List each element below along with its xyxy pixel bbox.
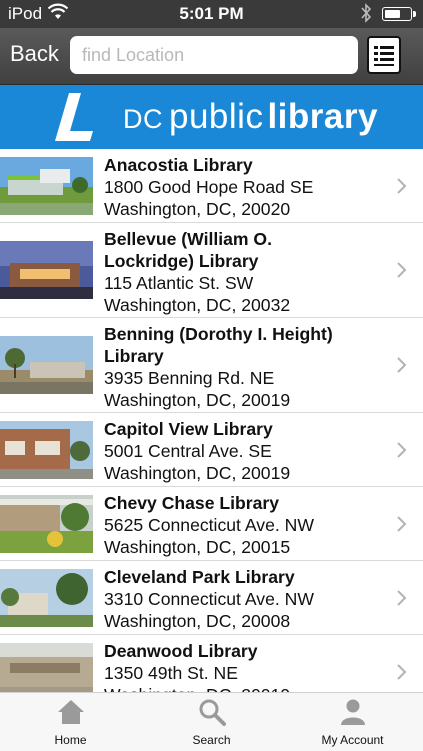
library-info: Capitol View Library 5001 Central Ave. S… <box>104 418 384 484</box>
library-city: Washington, DC, 20015 <box>104 537 291 557</box>
library-address: 5001 Central Ave. SE <box>104 441 272 461</box>
library-name-line: Chevy Chase Library <box>104 493 280 513</box>
home-icon <box>57 700 84 724</box>
library-city: Washington, DC, 20020 <box>104 199 291 219</box>
library-name-line: Cleveland Park Library <box>104 567 295 587</box>
search-icon <box>199 699 226 726</box>
account-icon <box>340 699 365 725</box>
chevron-right-icon <box>397 262 407 278</box>
library-row-capitol-view[interactable]: Capitol View Library 5001 Central Ave. S… <box>0 413 423 487</box>
library-name-line: Anacostia Library <box>104 155 253 175</box>
benning-library-photo <box>0 336 93 394</box>
library-address: 115 Atlantic St. SW <box>104 273 254 293</box>
library-row-anacostia[interactable]: Anacostia Library 1800 Good Hope Road SE… <box>0 149 423 223</box>
library-row-bellevue[interactable]: Bellevue (William O. Lockridge) Library … <box>0 223 423 318</box>
chevron-right-icon <box>397 178 407 194</box>
chevron-right-icon <box>397 664 407 680</box>
library-city: Washington, DC, 20008 <box>104 611 291 631</box>
library-address: 3310 Connecticut Ave. NW <box>104 589 314 609</box>
chevron-right-icon <box>397 590 407 606</box>
library-logo-icon <box>55 93 93 141</box>
chevron-right-icon <box>397 516 407 532</box>
library-address: 5625 Connecticut Ave. NW <box>104 515 314 535</box>
library-row-cleveland-park[interactable]: Cleveland Park Library 3310 Connecticut … <box>0 561 423 635</box>
library-name-line: Lockridge) Library <box>104 251 259 271</box>
library-row-chevy-chase[interactable]: Chevy Chase Library 5625 Connecticut Ave… <box>0 487 423 561</box>
tab-search[interactable]: Search <box>141 693 282 751</box>
location-search-input[interactable] <box>70 36 358 74</box>
list-view-button[interactable] <box>367 36 401 74</box>
library-address: 1800 Good Hope Road SE <box>104 177 314 197</box>
library-city: Washington, DC, 20019 <box>104 390 291 410</box>
dc-public-library-banner: DC public library <box>0 85 423 149</box>
chevy-chase-library-photo <box>0 495 93 553</box>
library-row-benning[interactable]: Benning (Dorothy I. Height) Library 3935… <box>0 318 423 413</box>
library-info: Anacostia Library 1800 Good Hope Road SE… <box>104 154 384 220</box>
back-button[interactable]: Back <box>10 41 59 67</box>
library-name-line: Capitol View Library <box>104 419 273 439</box>
library-name-line: Library <box>104 346 164 366</box>
tab-label: Home <box>54 733 87 747</box>
library-city: Washington, DC, 20019 <box>104 463 291 483</box>
library-city: Washington, DC, 20032 <box>104 295 291 315</box>
bellevue-library-photo <box>0 241 93 299</box>
tab-home[interactable]: Home <box>0 693 141 751</box>
tab-label: My Account <box>321 733 384 747</box>
library-info: Cleveland Park Library 3310 Connecticut … <box>104 566 384 632</box>
cleveland-park-library-photo <box>0 569 93 627</box>
bluetooth-icon <box>361 3 372 23</box>
navigation-bar: Back <box>0 28 423 85</box>
library-name-line: Deanwood Library <box>104 641 258 661</box>
library-info: Chevy Chase Library 5625 Connecticut Ave… <box>104 492 384 558</box>
tab-bar: Home Search My Account <box>0 692 423 751</box>
list-icon <box>374 46 394 66</box>
library-address: 3935 Benning Rd. NE <box>104 368 275 388</box>
library-name-line: Bellevue (William O. <box>104 229 273 249</box>
anacostia-library-photo <box>0 157 93 215</box>
chevron-right-icon <box>397 357 407 373</box>
library-list[interactable]: Anacostia Library 1800 Good Hope Road SE… <box>0 149 423 692</box>
tab-my-account[interactable]: My Account <box>282 693 423 751</box>
capitol-view-library-photo <box>0 421 93 479</box>
deanwood-library-photo <box>0 643 93 692</box>
library-info: Deanwood Library 1350 49th St. NE Washin… <box>104 640 384 692</box>
status-bar: iPod 5:01 PM <box>0 0 423 28</box>
library-name-line: Benning (Dorothy I. Height) <box>104 324 333 344</box>
library-row-deanwood[interactable]: Deanwood Library 1350 49th St. NE Washin… <box>0 635 423 692</box>
library-name: DC public library <box>123 97 378 136</box>
library-address: 1350 49th St. NE <box>104 663 238 683</box>
chevron-right-icon <box>397 442 407 458</box>
battery-icon <box>382 7 416 21</box>
library-city: Washington, DC, 20019 <box>104 684 384 692</box>
library-info: Benning (Dorothy I. Height) Library 3935… <box>104 323 384 411</box>
library-info: Bellevue (William O. Lockridge) Library … <box>104 228 384 316</box>
tab-label: Search <box>192 733 231 747</box>
